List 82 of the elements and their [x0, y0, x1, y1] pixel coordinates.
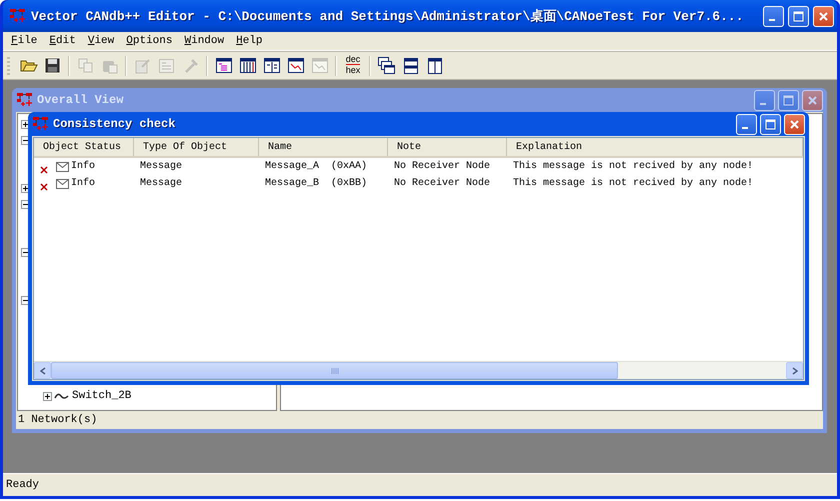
- edit-icon: [134, 58, 150, 74]
- column-header[interactable]: Explanation: [507, 138, 803, 156]
- table-cell-text: Message: [139, 161, 184, 172]
- table-cell-text: This message is not recived by any node!: [512, 161, 754, 172]
- envelope-icon: [56, 178, 69, 188]
- close-icon: [807, 94, 818, 106]
- window-title: Consistency check: [53, 117, 176, 131]
- copy-icon: [78, 58, 94, 73]
- expand-icon[interactable]: [21, 120, 30, 128]
- minimize-icon: [769, 19, 775, 21]
- table-cell: Info: [71, 161, 96, 172]
- minimize-button[interactable]: [754, 90, 775, 110]
- table-cell-text: Message_A (0xAA): [264, 161, 368, 172]
- maximize-button[interactable]: [788, 6, 809, 26]
- horizontal-scrollbar[interactable]: [34, 361, 803, 379]
- minimize-icon: [742, 127, 748, 129]
- wrench-icon: [182, 58, 198, 74]
- chevron-left-icon: [40, 366, 46, 374]
- column-header[interactable]: Type Of Object: [134, 138, 259, 156]
- tree-item[interactable]: Switch_2B: [72, 390, 132, 402]
- tile-horizontal-icon: [404, 58, 418, 74]
- form-icon: [159, 58, 174, 72]
- app-icon: [32, 116, 50, 132]
- cascade-windows-icon: [378, 57, 395, 74]
- chart-view-icon: [312, 58, 328, 73]
- maximize-button[interactable]: [778, 90, 799, 110]
- error-cross-icon: [40, 182, 48, 190]
- folder-icon: [20, 58, 38, 73]
- list-view-icon: [216, 58, 232, 73]
- collapse-icon[interactable]: [21, 136, 30, 144]
- collapse-icon[interactable]: [21, 200, 30, 208]
- window-title: Vector CANdb++ Editor - C:\Documents and Settings\Administrator\桌面\CANoeTest For Ver7.6...: [31, 8, 745, 25]
- maximize-button[interactable]: [760, 114, 781, 134]
- envelope-icon: [56, 162, 69, 172]
- error-cross-icon: [40, 166, 48, 174]
- tile-vertical-icon: [428, 58, 442, 74]
- table-cell-text: No Receiver Node: [393, 161, 492, 172]
- status-text: Ready: [3, 473, 837, 496]
- minimize-button[interactable]: [763, 6, 784, 26]
- menu-item[interactable]: Options: [120, 35, 178, 47]
- menu-item[interactable]: View: [82, 35, 120, 47]
- column-header[interactable]: Object Status: [34, 138, 134, 156]
- table-cell-text: Message: [139, 178, 184, 189]
- table-cell-text: This message is not recived by any node!: [512, 178, 754, 189]
- chevron-right-icon: [792, 366, 798, 374]
- maximize-icon: [765, 118, 776, 130]
- close-icon: [818, 10, 829, 22]
- maximize-icon: [783, 94, 794, 106]
- signal-wave-icon: [54, 391, 70, 401]
- chart-view-icon: [288, 58, 304, 73]
- menu-item[interactable]: Edit: [43, 35, 82, 47]
- close-button[interactable]: [802, 90, 823, 110]
- column-header[interactable]: Note: [388, 138, 507, 156]
- menu-item[interactable]: Window: [178, 35, 230, 47]
- window-title: Overall View: [37, 93, 124, 107]
- scroll-left-button[interactable]: [34, 362, 51, 379]
- close-icon: [789, 118, 800, 130]
- menu-item[interactable]: Help: [230, 35, 269, 47]
- maximize-icon: [793, 10, 804, 22]
- toolbar-button[interactable]: [375, 54, 398, 76]
- scroll-right-button[interactable]: [786, 362, 803, 379]
- table-cell-text: Message_B (0xBB): [264, 178, 368, 189]
- app-icon: [16, 92, 34, 108]
- minimize-button[interactable]: [736, 114, 757, 134]
- collapse-icon[interactable]: [21, 296, 30, 304]
- column-header[interactable]: Name: [259, 138, 388, 156]
- table-cell-text: No Receiver Node: [393, 178, 492, 189]
- split-view-icon: [264, 58, 280, 73]
- grip-icon: [330, 368, 338, 374]
- expand-icon[interactable]: [21, 184, 30, 192]
- close-button[interactable]: [784, 114, 805, 134]
- scrollbar-thumb[interactable]: [51, 362, 618, 379]
- collapse-icon[interactable]: [21, 248, 30, 256]
- close-button[interactable]: [813, 6, 834, 26]
- dec-hex-button[interactable]: dec hex: [341, 54, 365, 78]
- menu-item[interactable]: File: [5, 35, 44, 47]
- status-text: 1 Network(s): [17, 413, 98, 428]
- table-cell: Info: [71, 178, 96, 189]
- expand-icon[interactable]: [43, 392, 52, 400]
- app-icon: [9, 8, 27, 24]
- table-view-icon: [240, 58, 256, 73]
- minimize-icon: [760, 103, 766, 105]
